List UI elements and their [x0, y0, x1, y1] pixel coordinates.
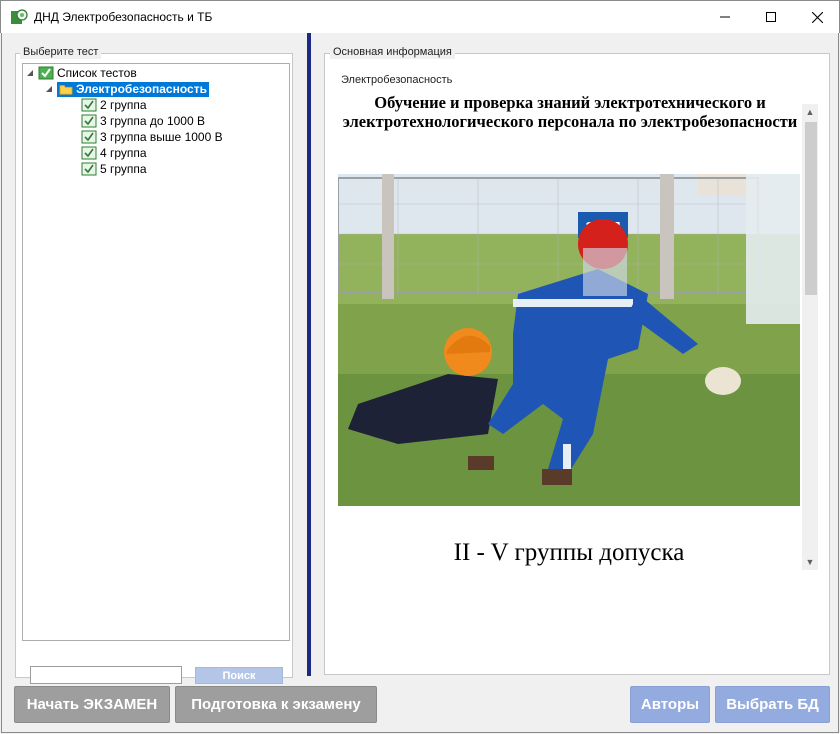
admission-groups-text: II - V группы допуска [453, 539, 685, 566]
select-db-button[interactable]: Выбрать БД [715, 686, 830, 723]
window-client: Список тестов Электробезопасность 2 груп… [1, 33, 839, 733]
window-title: ДНД Электробезопасность и ТБ [34, 10, 213, 24]
minimize-icon [720, 16, 730, 18]
test-tree[interactable]: Список тестов Электробезопасность 2 груп… [22, 63, 290, 641]
tree-item-label: 5 группа [100, 162, 147, 176]
minimize-button[interactable] [702, 1, 748, 33]
maximize-button[interactable] [748, 1, 794, 33]
collapse-arrow-icon[interactable] [25, 68, 35, 78]
tree-item-3-gruppa-do-1000[interactable]: 3 группа до 1000 В [81, 113, 205, 129]
authors-button[interactable]: Авторы [630, 686, 710, 723]
close-icon [811, 11, 823, 23]
test-select-group: Список тестов Электробезопасность 2 груп… [15, 53, 293, 684]
tree-item-2-gruppa[interactable]: 2 группа [81, 97, 147, 113]
tree-item-label: 3 группа до 1000 В [100, 114, 205, 128]
test-document-icon [81, 114, 97, 128]
main-info-group: Электробезопасность Обучение и проверка … [324, 53, 830, 675]
tree-folder-selected[interactable]: Электробезопасность [57, 81, 209, 97]
app-icon [11, 9, 28, 24]
test-document-icon [81, 98, 97, 112]
tree-folder-label: Электробезопасность [76, 81, 207, 96]
main-info-group-label: Основная информация [330, 46, 455, 59]
tree-folder-node[interactable]: Электробезопасность [44, 81, 209, 97]
folder-icon [59, 85, 73, 95]
tree-item-3-gruppa-vyshe-1000[interactable]: 3 группа выше 1000 В [81, 129, 223, 145]
test-document-icon [81, 146, 97, 160]
training-photo: ЭТАП [338, 174, 800, 506]
tree-root-label: Список тестов [57, 66, 137, 80]
tree-item-label: 3 группа выше 1000 В [100, 130, 223, 144]
collapse-arrow-icon[interactable] [44, 84, 54, 94]
tree-item-5-gruppa[interactable]: 5 группа [81, 161, 147, 177]
tree-item-label: 2 группа [100, 98, 147, 112]
tree-item-label: 4 группа [100, 146, 147, 160]
prepare-exam-button[interactable]: Подготовка к экзамену [175, 686, 377, 723]
search-button[interactable]: Поиск [195, 667, 283, 684]
vertical-scrollbar[interactable]: ▲ ▼ [802, 104, 818, 570]
test-select-group-label: Выберите тест [20, 46, 102, 59]
start-exam-button[interactable]: Начать ЭКЗАМЕН [14, 686, 170, 723]
tree-root-node[interactable]: Список тестов [25, 65, 137, 81]
panel-splitter[interactable] [307, 33, 311, 676]
tree-item-4-gruppa[interactable]: 4 группа [81, 145, 147, 161]
scroll-down-icon[interactable]: ▼ [802, 554, 818, 570]
close-button[interactable] [794, 1, 840, 33]
scroll-up-icon[interactable]: ▲ [802, 104, 818, 120]
search-input[interactable] [30, 666, 182, 684]
scrollbar-thumb[interactable] [805, 122, 817, 295]
title-bar: ДНД Электробезопасность и ТБ [0, 0, 840, 33]
content-heading: Обучение и проверка знаний электротехнич… [342, 93, 798, 131]
section-title: Электробезопасность [341, 74, 453, 86]
test-document-icon [81, 162, 97, 176]
test-document-icon [81, 130, 97, 144]
maximize-icon [766, 12, 776, 22]
checklist-icon [38, 66, 54, 80]
